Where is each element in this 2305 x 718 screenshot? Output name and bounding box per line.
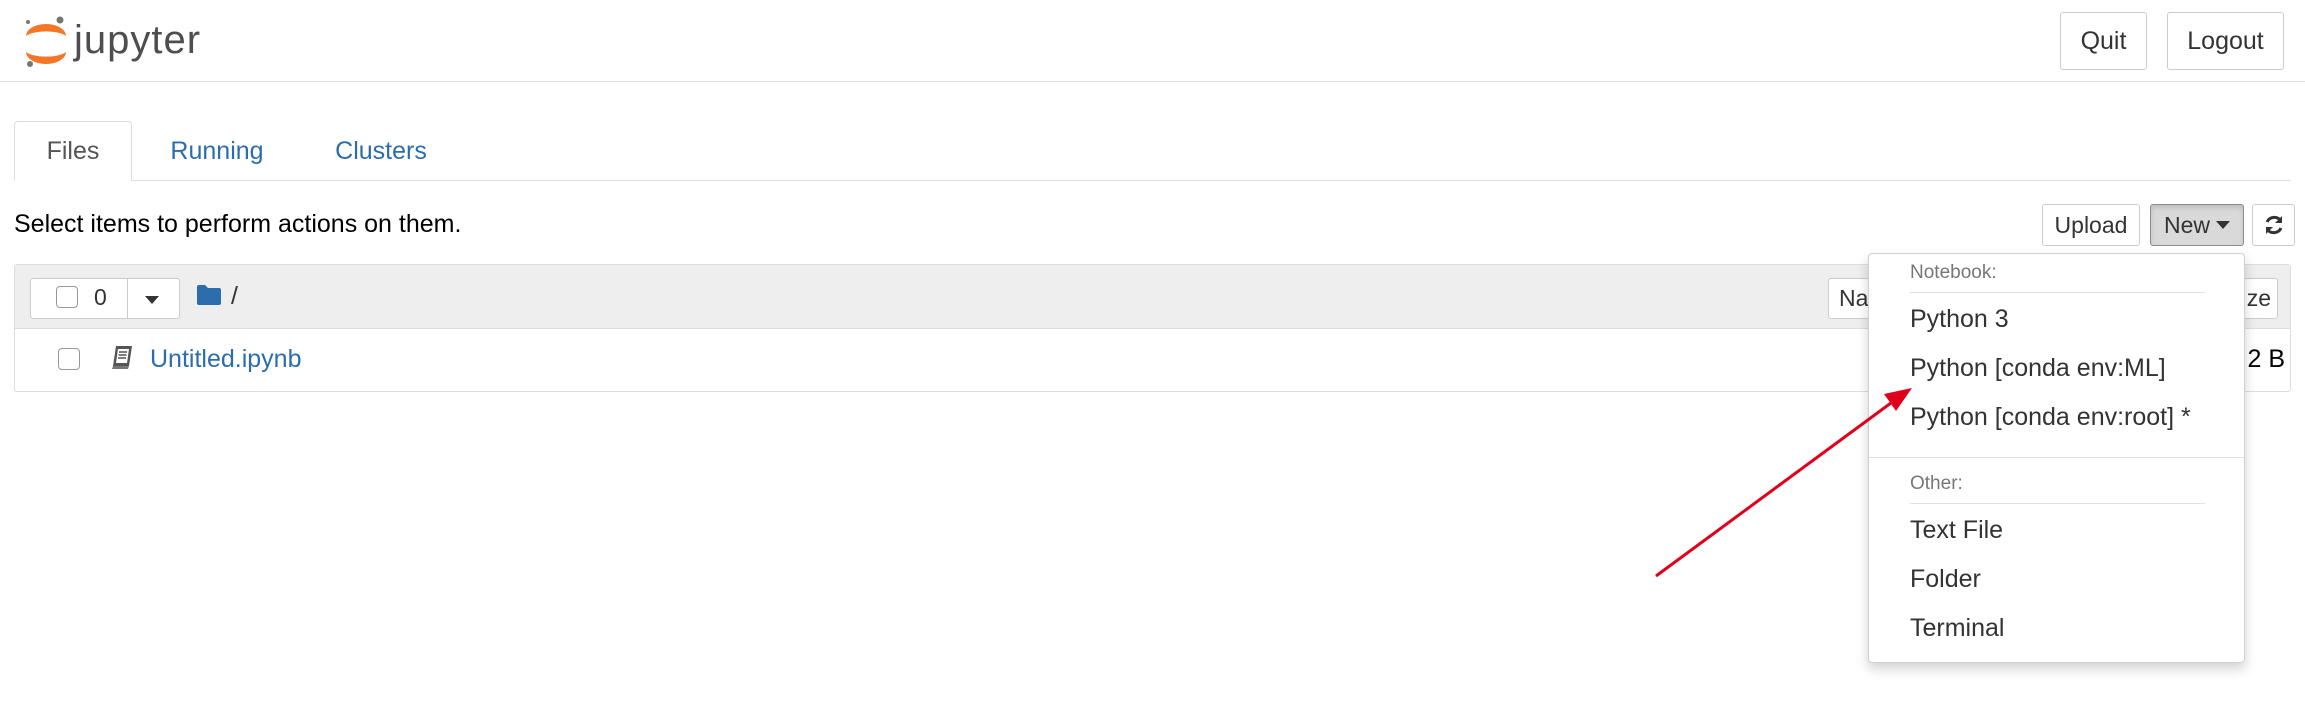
menu-item-python-conda-root[interactable]: Python [conda env:root] * (1910, 403, 2191, 432)
select-group-divider (127, 279, 128, 318)
refresh-icon (2265, 215, 2282, 235)
notebook-section-rule (1910, 292, 2205, 293)
logo-text: jupyter (74, 18, 202, 62)
quit-button[interactable]: Quit (2060, 12, 2147, 70)
file-row-checkbox[interactable] (58, 348, 80, 370)
new-button-label: New (2163, 211, 2210, 238)
notebook-icon (112, 346, 132, 369)
menu-item-python-conda-ml[interactable]: Python [conda env:ML] (1910, 354, 2166, 383)
menu-item-folder[interactable]: Folder (1910, 565, 1981, 594)
annotation-arrow-line (1655, 398, 1896, 578)
upload-button[interactable]: Upload (2042, 204, 2140, 246)
menu-item-text-file[interactable]: Text File (1910, 516, 2003, 545)
new-dropdown-menu: Notebook: Python 3 Python [conda env:ML]… (1868, 253, 2245, 663)
selected-count: 0 (94, 284, 107, 310)
menu-item-terminal[interactable]: Terminal (1910, 614, 2004, 643)
tab-files[interactable]: Files (14, 121, 132, 181)
other-section-header: Other: (1910, 473, 1963, 494)
select-all-checkbox[interactable] (56, 286, 78, 308)
menu-divider (1869, 457, 2244, 458)
breadcrumb-root[interactable]: / (231, 282, 238, 311)
folder-icon[interactable] (196, 284, 222, 306)
menu-item-python-3[interactable]: Python 3 (1910, 305, 2009, 334)
new-button[interactable]: New (2150, 204, 2244, 246)
select-dropdown-caret-icon[interactable] (145, 296, 159, 304)
tab-clusters[interactable]: Clusters (322, 121, 440, 181)
notebook-section-header: Notebook: (1910, 262, 1997, 283)
caret-down-icon (2216, 221, 2230, 229)
jupyter-logo[interactable]: jupyter (22, 12, 242, 72)
other-section-rule (1910, 503, 2205, 504)
select-message: Select items to perform actions on them. (14, 210, 462, 238)
file-link[interactable]: Untitled.ipynb (150, 345, 301, 374)
header-bar (0, 0, 2305, 82)
tab-running[interactable]: Running (160, 121, 274, 181)
logout-button[interactable]: Logout (2167, 12, 2284, 70)
refresh-button[interactable] (2252, 204, 2295, 246)
jupyter-logo-icon (26, 16, 66, 67)
